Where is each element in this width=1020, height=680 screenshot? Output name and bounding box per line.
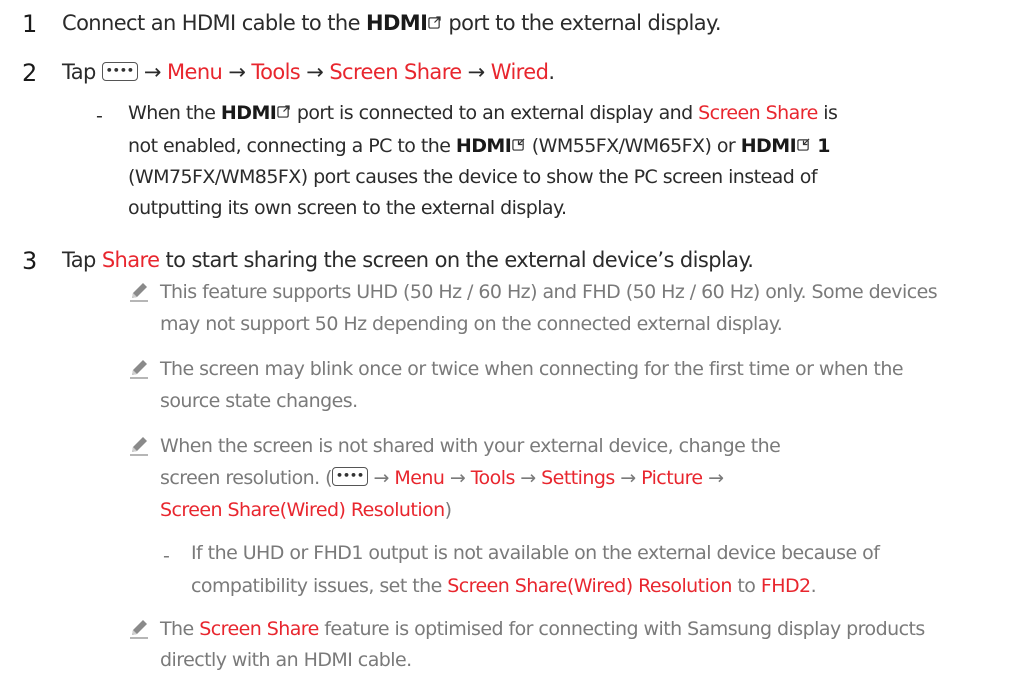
text: (WM55FX/WM65FX) or — [526, 135, 741, 157]
step-text: Tap Share to start sharing the screen on… — [62, 248, 754, 272]
note-line: outputting its own screen to the externa… — [128, 197, 567, 219]
note-line: This feature supports UHD (50 Hz / 60 Hz… — [160, 281, 938, 303]
fhd2-link: FHD2 — [760, 575, 811, 597]
note-line: directly with an HDMI cable. — [160, 649, 412, 671]
note-line: not enabled, connecting a PC to the HDMI… — [128, 137, 830, 156]
screen-share-link: Screen Share — [199, 618, 319, 640]
arrow: → — [620, 467, 636, 489]
manual-page: 1 Connect an HDMI cable to the HDMI port… — [0, 0, 1020, 680]
arrow: → — [143, 60, 162, 84]
screen-share-link: Screen Share — [698, 102, 818, 124]
menu-link: Menu — [167, 60, 223, 84]
note-line: When the HDMI port is connected to an ex… — [128, 102, 838, 124]
arrow: → — [373, 467, 390, 489]
arrow: → — [467, 60, 486, 84]
step-number: 2 — [22, 59, 37, 87]
arrow: → — [449, 467, 466, 489]
note-line: The screen may blink once or twice when … — [160, 358, 904, 380]
text: When the — [128, 102, 221, 124]
tools-link: Tools — [251, 60, 301, 84]
pencil-icon — [128, 280, 150, 302]
share-link: Share — [101, 248, 160, 272]
note-line: When the screen is not shared with your … — [160, 435, 781, 457]
note-line: screen resolution. (•••• → Menu → Tools … — [160, 467, 724, 489]
note-line: compatibility issues, set the Screen Sha… — [191, 575, 817, 597]
note-line: If the UHD or FHD1 output is not availab… — [191, 542, 880, 564]
hdmi-label: HDMI — [740, 135, 797, 157]
bullet-dash: - — [96, 105, 103, 127]
hdmi-label: HDMI — [365, 11, 428, 35]
step-number: 3 — [22, 247, 37, 275]
text: Tap — [62, 248, 102, 272]
port-number: 1 — [811, 135, 830, 157]
note-line: The Screen Share feature is optimised fo… — [160, 620, 925, 639]
text: is — [817, 102, 838, 124]
bullet-dash: - — [163, 545, 170, 567]
text: The — [160, 618, 200, 640]
text: Connect an HDMI cable to the — [62, 11, 366, 35]
text: not enabled, connecting a PC to the — [128, 135, 456, 157]
hdmi-in-icon — [512, 138, 525, 151]
hdmi-in-icon — [797, 138, 810, 151]
step-text: Connect an HDMI cable to the HDMI port t… — [62, 11, 722, 35]
text: port is connected to an external display… — [291, 102, 699, 124]
step-number: 1 — [22, 10, 37, 38]
more-button-icon: •••• — [332, 467, 369, 486]
pencil-icon — [128, 434, 150, 456]
arrow: → — [520, 467, 536, 489]
picture-link: Picture — [641, 467, 703, 489]
text: screen resolution. ( — [160, 467, 333, 489]
tools-link: Tools — [470, 467, 516, 489]
hdmi-out-icon — [277, 105, 290, 118]
text: to — [731, 575, 761, 597]
text: . — [548, 60, 555, 84]
resolution-link: Screen Share(Wired) Resolution — [447, 575, 732, 597]
hdmi-label: HDMI — [455, 135, 512, 157]
text: ) — [444, 499, 452, 521]
text: . — [810, 575, 817, 597]
arrow: → — [228, 60, 246, 84]
hdmi-label: HDMI — [220, 102, 277, 124]
pencil-icon — [128, 617, 150, 639]
hdmi-out-icon — [428, 16, 441, 29]
arrow: → — [306, 60, 324, 84]
text: compatibility issues, set the — [191, 575, 448, 597]
note-line: Screen Share(Wired) Resolution) — [160, 501, 452, 520]
screen-share-link: Screen Share — [329, 60, 462, 84]
note-line: source state changes. — [160, 390, 358, 412]
text: Tap — [62, 60, 96, 84]
more-button-icon: •••• — [101, 61, 138, 81]
wired-link: Wired — [490, 60, 549, 84]
step-text: Tap •••• → Menu → Tools → Screen Share →… — [62, 60, 555, 84]
settings-link: Settings — [541, 467, 615, 489]
text: feature is optimised for connecting with… — [318, 618, 925, 640]
note-line: (WM75FX/WM85FX) port causes the device t… — [128, 166, 818, 188]
text: port to the external display. — [442, 11, 721, 35]
arrow: → — [708, 467, 724, 489]
menu-link: Menu — [394, 467, 445, 489]
text: to start sharing the screen on the exter… — [159, 248, 754, 272]
pencil-icon — [128, 357, 150, 379]
resolution-link: Screen Share(Wired) Resolution — [160, 499, 445, 521]
note-line: may not support 50 Hz depending on the c… — [160, 313, 783, 335]
